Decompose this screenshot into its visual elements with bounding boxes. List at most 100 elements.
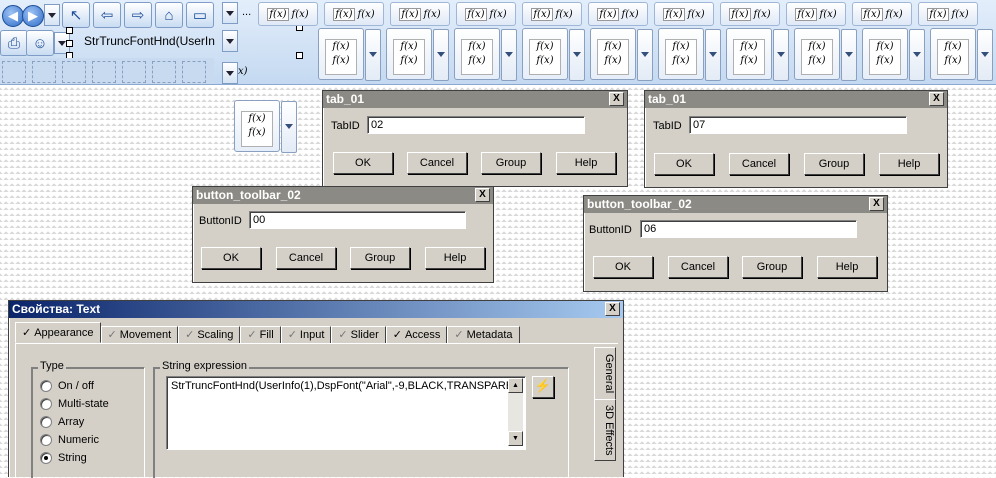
arrow-left-icon[interactable]: ⇦ <box>93 2 121 28</box>
buttonid-input[interactable]: 00 <box>249 211 466 229</box>
function-button-dropdown[interactable] <box>773 29 789 81</box>
tab-input[interactable]: ✓ Input <box>280 326 332 344</box>
function-button-dropdown[interactable] <box>281 101 297 153</box>
floating-function-button[interactable]: f(x) f(x) <box>234 100 297 153</box>
expression-combo-dropdown[interactable] <box>222 30 238 52</box>
function-button[interactable]: f(x) f(x) <box>522 28 585 81</box>
cancel-button[interactable]: Cancel <box>668 256 728 278</box>
type-radio-multi-state[interactable]: Multi-state <box>40 398 109 410</box>
close-button[interactable]: X <box>869 197 884 211</box>
function-tab-cell[interactable]: f(x) f(x) <box>390 2 450 26</box>
function-button[interactable]: f(x) f(x) <box>930 28 993 81</box>
tab-fill[interactable]: ✓ Fill <box>240 326 281 344</box>
textarea-scrollbar[interactable]: ▲ ▼ <box>508 378 523 446</box>
group-button[interactable]: Group <box>350 247 410 269</box>
function-button-dropdown[interactable] <box>501 29 517 81</box>
function-tab-cell[interactable]: f(x) f(x) <box>522 2 582 26</box>
tab-metadata[interactable]: ✓ Metadata <box>447 326 520 344</box>
function-button-dropdown[interactable] <box>569 29 585 81</box>
radio-indicator[interactable] <box>40 380 52 392</box>
window-icon[interactable]: ▭ <box>186 2 214 28</box>
radio-indicator[interactable] <box>40 416 52 428</box>
close-button[interactable]: X <box>609 92 624 106</box>
back-icon[interactable]: ◀ <box>2 5 24 27</box>
user-icon[interactable]: ☺ <box>26 30 54 56</box>
radio-indicator[interactable] <box>40 398 52 410</box>
function-button-dropdown[interactable] <box>637 29 653 81</box>
tabid-input[interactable]: 07 <box>689 116 907 134</box>
function-tab-cell[interactable]: f(x) f(x) <box>852 2 912 26</box>
function-button[interactable]: f(x) f(x) <box>318 28 381 81</box>
side-tab-general[interactable]: General <box>594 347 616 401</box>
group-button[interactable]: Group <box>804 153 864 175</box>
scroll-down-button[interactable]: ▼ <box>508 431 523 446</box>
function-button-dropdown[interactable] <box>841 29 857 81</box>
function-tab-cell[interactable]: f(x) f(x) <box>258 2 318 26</box>
toolbar-dropdown[interactable] <box>222 2 238 24</box>
function-button-dropdown[interactable] <box>433 29 449 81</box>
cancel-button[interactable]: Cancel <box>407 152 467 174</box>
tab-movement[interactable]: ✓ Movement <box>100 326 179 344</box>
help-button[interactable]: Help <box>817 256 877 278</box>
tabid-input[interactable]: 02 <box>367 116 585 134</box>
selection-handle[interactable] <box>296 52 303 59</box>
function-button[interactable]: f(x) f(x) <box>726 28 789 81</box>
ok-button[interactable]: OK <box>201 247 261 269</box>
forward-icon[interactable]: ▶ <box>22 5 44 27</box>
group-button[interactable]: Group <box>481 152 541 174</box>
radio-indicator[interactable] <box>40 434 52 446</box>
tab-slider[interactable]: ✓ Slider <box>331 326 386 344</box>
cancel-button[interactable]: Cancel <box>729 153 789 175</box>
history-dropdown[interactable] <box>44 4 60 26</box>
scroll-left-button[interactable] <box>222 62 238 84</box>
function-button-dropdown[interactable] <box>365 29 381 81</box>
function-button[interactable]: f(x) f(x) <box>386 28 449 81</box>
help-button[interactable]: Help <box>425 247 485 269</box>
function-tab-cell[interactable]: f(x) f(x) <box>456 2 516 26</box>
function-button-dropdown[interactable] <box>909 29 925 81</box>
function-tab-cell[interactable]: f(x) f(x) <box>654 2 714 26</box>
tab-appearance[interactable]: ✓ Appearance <box>15 322 101 343</box>
pointer-icon[interactable]: ↖ <box>62 2 90 28</box>
function-tab-cell[interactable]: f(x) f(x) <box>918 2 978 26</box>
close-button[interactable]: X <box>929 92 944 106</box>
function-tab-cell[interactable]: f(x) f(x) <box>786 2 846 26</box>
ok-button[interactable]: OK <box>654 153 714 175</box>
function-button-dropdown[interactable] <box>977 29 993 81</box>
wizard-button[interactable]: ⚡ <box>532 376 554 398</box>
string-expression-textarea[interactable]: StrTruncFontHnd(UserInfo(1),DspFont("Ari… <box>166 376 526 450</box>
type-radio-string[interactable]: String <box>40 452 87 464</box>
home-icon[interactable]: ⌂ <box>155 2 183 28</box>
function-button[interactable]: f(x) f(x) <box>590 28 653 81</box>
tab-scaling[interactable]: ✓ Scaling <box>178 326 241 344</box>
expression-combo-text[interactable]: StrTruncFontHnd(UserIn <box>84 34 215 48</box>
tab-access[interactable]: ✓ Access <box>385 326 448 344</box>
function-button-dropdown[interactable] <box>705 29 721 81</box>
selection-handle[interactable] <box>66 27 73 34</box>
type-radio-on-off[interactable]: On / off <box>40 380 94 392</box>
help-button[interactable]: Help <box>556 152 616 174</box>
close-button[interactable]: X <box>605 302 620 316</box>
help-button[interactable]: Help <box>879 153 939 175</box>
selection-handle[interactable] <box>66 40 73 47</box>
ok-button[interactable]: OK <box>333 152 393 174</box>
function-tab-cell[interactable]: f(x) f(x) <box>588 2 648 26</box>
buttonid-input[interactable]: 06 <box>640 220 857 238</box>
type-radio-array[interactable]: Array <box>40 416 84 428</box>
function-tab-cell[interactable]: f(x) f(x) <box>720 2 780 26</box>
side-tab-3d-effects[interactable]: 3D Effects <box>594 399 616 461</box>
function-button[interactable]: f(x) f(x) <box>862 28 925 81</box>
cancel-button[interactable]: Cancel <box>276 247 336 269</box>
arrow-right-icon[interactable]: ⇨ <box>124 2 152 28</box>
function-button[interactable]: f(x) f(x) <box>454 28 517 81</box>
radio-indicator[interactable] <box>40 452 52 464</box>
close-button[interactable]: X <box>475 188 490 202</box>
type-radio-numeric[interactable]: Numeric <box>40 434 99 446</box>
ok-button[interactable]: OK <box>593 256 653 278</box>
print-icon[interactable]: ⎙ <box>0 30 28 56</box>
scroll-up-button[interactable]: ▲ <box>508 378 523 393</box>
function-button[interactable]: f(x) f(x) <box>794 28 857 81</box>
function-button[interactable]: f(x) f(x) <box>658 28 721 81</box>
function-tab-cell[interactable]: f(x) f(x) <box>324 2 384 26</box>
group-button[interactable]: Group <box>742 256 802 278</box>
